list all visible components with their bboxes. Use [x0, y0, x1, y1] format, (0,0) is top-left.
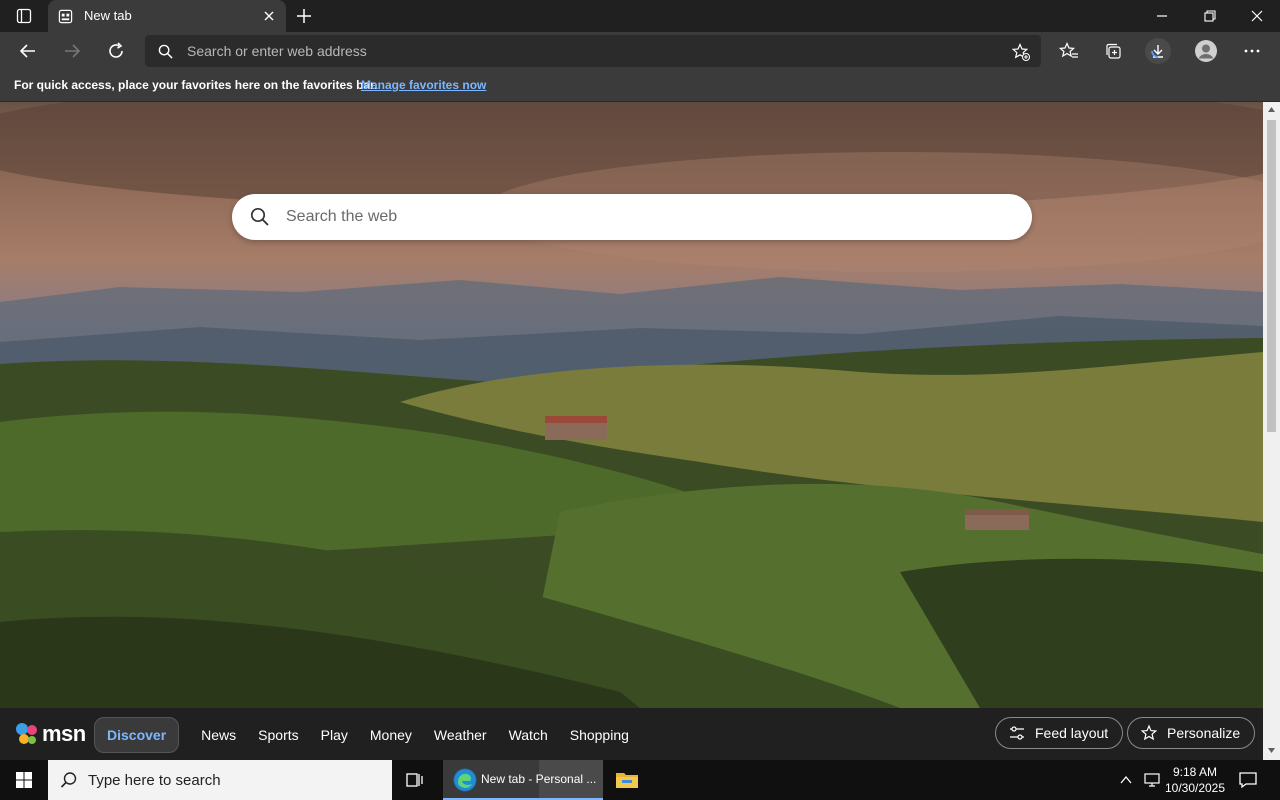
tab-title: New tab — [84, 8, 132, 23]
web-search-input[interactable] — [286, 194, 1006, 240]
profile-avatar-icon[interactable] — [1194, 39, 1218, 63]
favorites-bar-message: For quick access, place your favorites h… — [14, 78, 378, 92]
downloads-icon[interactable] — [1145, 38, 1171, 64]
scroll-down-arrow-icon[interactable] — [1267, 746, 1276, 754]
search-icon — [250, 207, 270, 227]
nav-watch[interactable]: Watch — [498, 717, 559, 753]
address-bar[interactable] — [145, 35, 1041, 67]
more-options-icon[interactable] — [1242, 41, 1262, 61]
manage-favorites-link[interactable]: Manage favorites now — [361, 78, 486, 92]
minimize-window-icon[interactable] — [1154, 8, 1170, 24]
browser-toolbar — [0, 32, 1280, 70]
scroll-up-arrow-icon[interactable] — [1267, 106, 1276, 114]
clock-date: 10/30/2025 — [1164, 781, 1226, 795]
sparkle-star-icon — [1140, 724, 1158, 742]
forward-arrow-icon[interactable] — [62, 41, 82, 61]
background-landscape-image — [0, 102, 1263, 708]
tab-new-tab[interactable]: New tab — [48, 0, 286, 32]
search-icon — [60, 771, 78, 789]
close-tab-icon[interactable] — [262, 9, 276, 23]
nav-play[interactable]: Play — [310, 717, 359, 753]
search-icon — [158, 44, 173, 59]
new-tab-plus-icon[interactable] — [295, 7, 313, 25]
nav-news[interactable]: News — [190, 717, 247, 753]
feed-layout-button[interactable]: Feed layout — [995, 717, 1124, 749]
taskbar-clock[interactable]: 9:18 AM 10/30/2025 — [1162, 764, 1228, 796]
add-favorite-star-icon[interactable] — [1011, 42, 1031, 62]
network-icon[interactable] — [1143, 772, 1161, 788]
msn-feed-bar: msn Discover News Sports Play Money Weat… — [0, 708, 1263, 760]
msn-butterfly-icon — [14, 721, 40, 747]
nav-weather[interactable]: Weather — [423, 717, 498, 753]
collections-icon[interactable] — [1103, 41, 1123, 61]
web-search-box[interactable] — [232, 194, 1032, 240]
tab-strip: New tab — [0, 0, 1280, 32]
taskbar-edge-app[interactable]: New tab - Personal ... — [443, 760, 603, 800]
page-scrollbar[interactable] — [1263, 102, 1280, 760]
clock-time: 9:18 AM — [1172, 765, 1218, 779]
windows-logo-icon — [15, 771, 33, 789]
close-window-icon[interactable] — [1249, 8, 1265, 24]
personalize-label: Personalize — [1167, 725, 1241, 741]
personalize-button[interactable]: Personalize — [1127, 717, 1256, 749]
taskbar-search-placeholder: Type here to search — [88, 772, 221, 789]
msn-logo[interactable]: msn — [14, 721, 86, 747]
sliders-icon — [1008, 724, 1026, 742]
nav-shopping[interactable]: Shopping — [559, 717, 640, 753]
notifications-icon[interactable] — [1238, 771, 1258, 789]
nav-money[interactable]: Money — [359, 717, 423, 753]
msn-logo-text: msn — [42, 721, 86, 746]
task-view-icon[interactable] — [404, 770, 426, 790]
restore-window-icon[interactable] — [1202, 8, 1218, 24]
new-tab-page: msn Discover News Sports Play Money Weat… — [0, 102, 1263, 760]
favorites-bar: For quick access, place your favorites h… — [0, 70, 1280, 102]
back-arrow-icon[interactable] — [18, 41, 38, 61]
new-tab-page-icon — [58, 9, 73, 24]
taskbar-edge-label: New tab - Personal ... — [481, 772, 597, 786]
feed-layout-label: Feed layout — [1035, 725, 1109, 741]
refresh-icon[interactable] — [106, 41, 126, 61]
windows-taskbar: Type here to search New tab - Personal .… — [0, 760, 1280, 800]
msn-nav: Discover News Sports Play Money Weather … — [94, 717, 640, 753]
favorites-icon[interactable] — [1059, 41, 1079, 61]
file-explorer-icon[interactable] — [614, 768, 640, 792]
taskbar-search-box[interactable]: Type here to search — [48, 760, 392, 800]
start-button[interactable] — [0, 760, 48, 800]
tab-actions-menu-icon[interactable] — [10, 6, 38, 26]
scroll-thumb[interactable] — [1267, 120, 1276, 432]
nav-sports[interactable]: Sports — [247, 717, 309, 753]
nav-discover[interactable]: Discover — [94, 717, 180, 753]
edge-browser-icon — [453, 768, 477, 792]
show-hidden-icons-chevron-icon[interactable] — [1119, 773, 1133, 787]
address-input[interactable] — [187, 35, 987, 67]
